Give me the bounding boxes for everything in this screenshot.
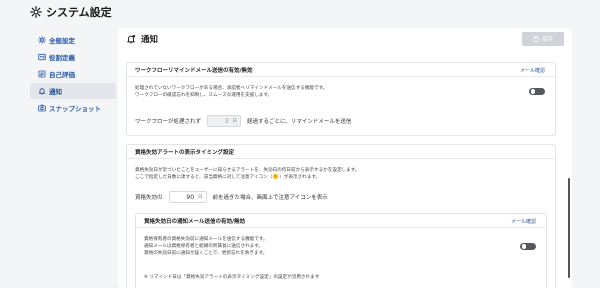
card-title: 資格失効アラートの表示タイミング設定: [135, 149, 235, 156]
workflow-reminder-toggle[interactable]: [529, 88, 545, 95]
card-title: 資格失効日の通知メール送信の有効/無効: [144, 218, 246, 225]
expiry-notice-card: 資格失効日の通知メール送信の有効/無効 メール確認 資格保有者の資格失効前に通知…: [135, 213, 547, 288]
bell-icon: [127, 34, 136, 44]
expiry-alert-card: 資格失効アラートの表示タイミング設定 資格失効日が近づいたことをユーザーに知らせ…: [126, 144, 556, 288]
card-description: 資格保有者の資格失効前に通知メールを送信する機能です。 通知メールは資格保有者と…: [144, 236, 268, 257]
sidebar-nav: 全般設定 役割定義 自己評価 通知 スナップショット: [30, 32, 116, 117]
desc-text: ここで指定した日数に達すると、該当資格に対して注意アイコン（: [135, 175, 273, 180]
desc-text: ）が表示されます。: [279, 175, 321, 180]
expiry-notice-toggle[interactable]: [520, 243, 536, 250]
desc-line: ここで指定した日数に達すると、該当資格に対して注意アイコン（ ）が表示されます。: [135, 174, 359, 181]
row-prefix: 資格失効の: [135, 195, 163, 201]
sidebar-item-self-eval[interactable]: 自己評価: [30, 66, 116, 82]
row-suffix: 経過するごとに、リマインドメールを送信: [247, 119, 352, 125]
sidebar-item-notifications[interactable]: 通知: [30, 83, 116, 99]
floppy-icon: [533, 36, 539, 42]
id-card-icon: [38, 53, 46, 61]
workflow-reminder-card: ワークフローリマインドメール送信の有効/無効 メール確認 処理されていないワーク…: [126, 62, 556, 136]
save-button-label: 保存: [541, 37, 553, 43]
alert-days-input[interactable]: 90 日: [168, 191, 207, 203]
mail-preview-link[interactable]: メール確認: [520, 67, 545, 74]
row-prefix: ワークフローが処理されず: [135, 119, 202, 125]
card-header: ワークフローリマインドメール送信の有効/無効 メール確認: [127, 63, 555, 77]
page-title-text: 通知: [141, 35, 159, 45]
desc-line: 資格保有者の資格失効前に通知メールを送信する機能です。: [144, 237, 268, 242]
warning-icon: [273, 174, 279, 179]
alert-days-row: 資格失効の 90 日 前を過ぎた場合、画面上で注意アイコンを表示: [135, 191, 328, 203]
row-suffix: 前を過ぎた場合、画面上で注意アイコンを表示: [212, 195, 328, 201]
card-description: 処理されていないワークフローがある場合、承認者へリマインドメールを送信する機能で…: [135, 85, 327, 99]
mail-preview-link[interactable]: メール確認: [511, 218, 536, 225]
sidebar-item-snapshot[interactable]: スナップショット: [30, 100, 116, 116]
input-value: 3: [224, 117, 229, 125]
sidebar-item-label: 役割定義: [49, 54, 75, 62]
reminder-days-input[interactable]: 3 日: [207, 115, 242, 127]
card-title: ワークフローリマインドメール送信の有効/無効: [135, 67, 253, 74]
desc-line: 処理されていないワークフローがある場合、承認者へリマインドメールを送信する機能で…: [135, 86, 328, 91]
desc-line: ワークフローの確認忘れを抑制し、スムーズな運用を支援します。: [135, 93, 273, 98]
card-header: 資格失効日の通知メール送信の有効/無効 メール確認: [136, 214, 546, 228]
card-header: 資格失効アラートの表示タイミング設定: [127, 145, 555, 159]
app-title: システム設定: [46, 6, 112, 19]
checklist-icon: [38, 70, 46, 78]
sidebar-item-general[interactable]: 全般設定: [30, 32, 116, 48]
gear-icon: [30, 6, 42, 18]
sidebar-item-label: スナップショット: [49, 105, 101, 113]
input-value: 90: [186, 193, 195, 201]
page-title: 通知: [126, 33, 158, 45]
desc-line: 資格失効日が近づいたことをユーザーに知らせるアラートを、失効日の何日前から表示す…: [135, 168, 360, 173]
notice-footnote: ※ リマインド日は「資格失効アラートの表示タイミング設定」の設定が流用されます: [144, 275, 320, 280]
card-description: 資格失効日が近づいたことをユーザーに知らせるアラートを、失効日の何日前から表示す…: [135, 167, 359, 181]
input-unit: 日: [232, 119, 238, 124]
sidebar-item-label: 通知: [49, 88, 62, 96]
bell-icon: [38, 88, 46, 95]
save-button[interactable]: 保存: [522, 32, 564, 46]
sidebar-item-roles[interactable]: 役割定義: [30, 49, 116, 65]
desc-line: 資格の失効日前に通知が届くことで、更新忘れを防ぎます。: [144, 251, 268, 256]
scrollbar[interactable]: [568, 178, 570, 278]
desc-line: 通知メールは資格保有者と組織の所属長に送信されます。: [144, 244, 263, 249]
reminder-interval-row: ワークフローが処理されず 3 日 経過するごとに、リマインドメールを送信: [135, 115, 351, 127]
app-header: システム設定: [0, 0, 600, 24]
camera-icon: [38, 104, 46, 112]
input-unit: 日: [198, 195, 203, 200]
main-panel: 通知 保存 ワークフローリマインドメール送信の有効/無効 メール確認 処理されて…: [118, 28, 572, 288]
gear-icon: [38, 36, 46, 44]
sidebar-item-label: 全般設定: [49, 37, 75, 45]
sidebar-item-label: 自己評価: [49, 71, 75, 79]
